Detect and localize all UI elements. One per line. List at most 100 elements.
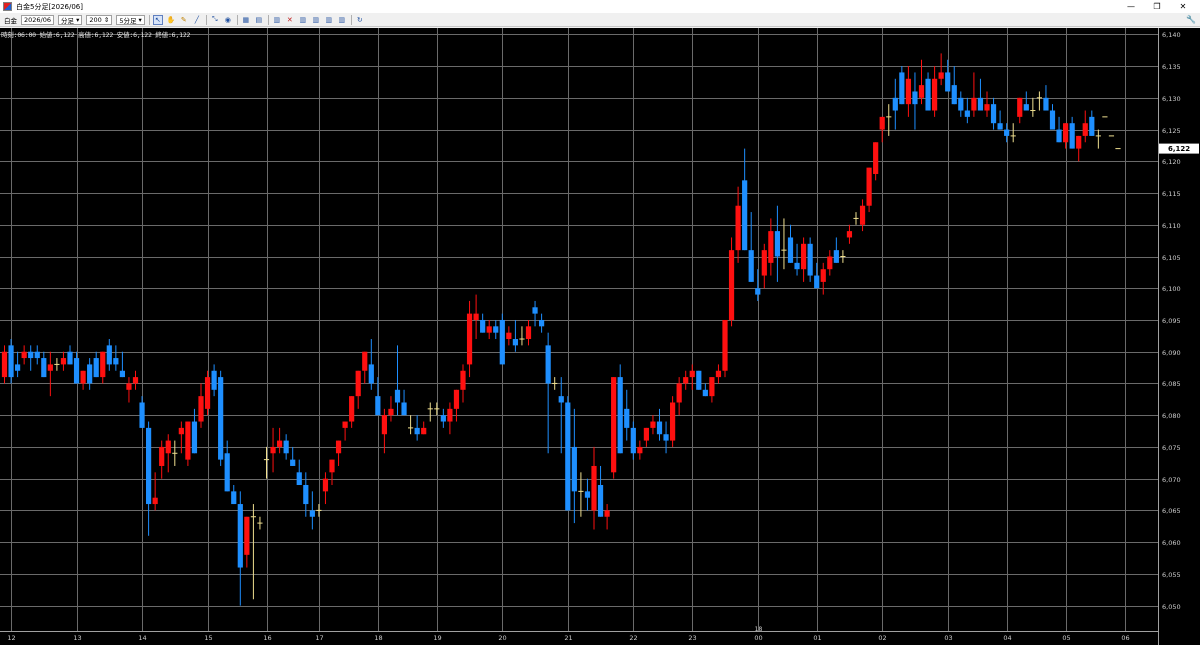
candle-body <box>945 72 951 92</box>
candle-body <box>859 205 866 225</box>
candle-body <box>925 78 931 111</box>
candle-body <box>630 427 636 454</box>
candle-body <box>820 269 826 282</box>
candle-body <box>87 364 93 384</box>
symbol-label: 白金 <box>4 16 17 25</box>
candle-body <box>597 485 604 517</box>
candle-body <box>833 250 839 263</box>
line-icon[interactable]: ╱ <box>192 15 202 25</box>
candle-body <box>807 243 813 276</box>
candle-body <box>178 427 184 435</box>
candle-body <box>565 402 571 511</box>
candle-body <box>512 339 518 346</box>
candle-body <box>132 377 139 384</box>
candle-body <box>918 85 925 98</box>
candle-body <box>676 383 682 403</box>
candle-body <box>329 459 335 473</box>
y-tick-label: 6,075 <box>1162 444 1181 452</box>
y-tick-label: 6,115 <box>1162 190 1181 198</box>
candle-body <box>185 421 191 460</box>
candle-body <box>525 326 532 340</box>
interval-select[interactable]: 5分足 ▾ <box>116 14 145 25</box>
compare-icon[interactable]: ▥ <box>311 15 321 25</box>
candle-body <box>67 351 73 365</box>
candle-body <box>997 123 1003 130</box>
candle-body <box>473 313 479 320</box>
x-tick-label: 23 <box>688 634 696 642</box>
candle-body <box>1056 129 1062 143</box>
candle-body <box>912 91 918 105</box>
candle-body <box>80 370 86 384</box>
candlestick-chart[interactable]: 6,050 6,055 6,060 6,065 6,070 6,075 6,080 6,085… <box>0 28 1200 645</box>
candle-body <box>1063 123 1069 143</box>
candle-body <box>670 402 676 441</box>
candle-body <box>8 345 14 378</box>
bar-chart-icon[interactable]: ▥ <box>272 15 282 25</box>
toolbar-separator <box>205 14 207 25</box>
wrench-icon[interactable]: 🔧 <box>1186 15 1196 24</box>
chart-window: 白金5分足[2026/06] — ❐ ✕ 白金 2026/06 分足 ▾ 200… <box>0 0 1200 645</box>
y-tick-label: 6,090 <box>1162 349 1181 357</box>
toolbar-separator <box>148 14 150 25</box>
candle-body <box>742 180 748 251</box>
candle-body <box>28 351 34 359</box>
toolbar-separator <box>350 14 352 25</box>
candle-body <box>1049 110 1056 130</box>
candle-body <box>728 250 735 320</box>
maximize-button[interactable]: ❐ <box>1144 0 1170 13</box>
candle-body <box>73 358 80 384</box>
bar-type-select[interactable]: 分足 ▾ <box>58 14 83 25</box>
candle-body <box>846 231 853 238</box>
candle-body <box>656 421 663 435</box>
candle-body <box>584 491 591 498</box>
candle-body <box>375 396 381 416</box>
x-tick-label: 22 <box>629 634 637 642</box>
hand-icon[interactable]: ✋ <box>166 15 176 25</box>
candle-body <box>204 377 211 409</box>
x-tick-label: 05 <box>1062 634 1070 642</box>
candle-body <box>506 332 512 340</box>
globe-icon[interactable]: ◉ <box>223 15 233 25</box>
candle-body <box>165 440 171 454</box>
window-title: 白金5分足[2026/06] <box>16 2 83 11</box>
y-tick-label: 6,055 <box>1162 571 1181 579</box>
candle-body <box>322 478 329 492</box>
app-icon <box>3 2 12 11</box>
pencil-icon[interactable]: ✎ <box>179 15 189 25</box>
volume-icon[interactable]: ▥ <box>298 15 308 25</box>
candle-body <box>296 472 302 486</box>
candle-body <box>447 408 453 422</box>
title-bar: 白金5分足[2026/06] — ❐ ✕ <box>0 0 1200 13</box>
minimize-button[interactable]: — <box>1118 0 1144 13</box>
candle-body <box>309 510 315 517</box>
x-tick-label: 12 <box>7 634 15 642</box>
candle-body <box>106 345 112 365</box>
contract-select[interactable]: 2026/06 <box>21 14 55 25</box>
candle-body <box>866 167 872 206</box>
candle-body <box>335 440 342 454</box>
settings-chart-icon[interactable]: ▥ <box>337 15 347 25</box>
candle-body <box>493 326 499 333</box>
x-tick-label: 15 <box>204 634 212 642</box>
candle-body <box>349 396 355 422</box>
zoom-icon[interactable]: ⤡ <box>210 15 220 25</box>
bar-count-input[interactable]: 200 ⇕ <box>86 14 113 25</box>
candle-body <box>159 446 165 466</box>
candle-body <box>466 313 473 365</box>
candle-body <box>571 446 577 492</box>
refresh-icon[interactable]: ↻ <box>355 15 365 25</box>
candle-body <box>715 370 722 378</box>
x-tick-label: 18 <box>374 634 382 642</box>
grid-icon[interactable]: ▦ <box>241 15 251 25</box>
candle-body <box>394 389 401 403</box>
indicator-icon[interactable]: ✕ <box>285 15 295 25</box>
candle-body <box>93 358 99 378</box>
candle-body <box>637 446 643 454</box>
y-tick-label: 6,140 <box>1162 31 1181 39</box>
x-tick-label: 14 <box>138 634 146 642</box>
table-icon[interactable]: ▤ <box>254 15 264 25</box>
x-tick-label: 04 <box>1003 634 1011 642</box>
sub-chart-icon[interactable]: ▥ <box>324 15 334 25</box>
cursor-icon[interactable]: ↖ <box>152 14 163 25</box>
close-button[interactable]: ✕ <box>1170 0 1196 13</box>
